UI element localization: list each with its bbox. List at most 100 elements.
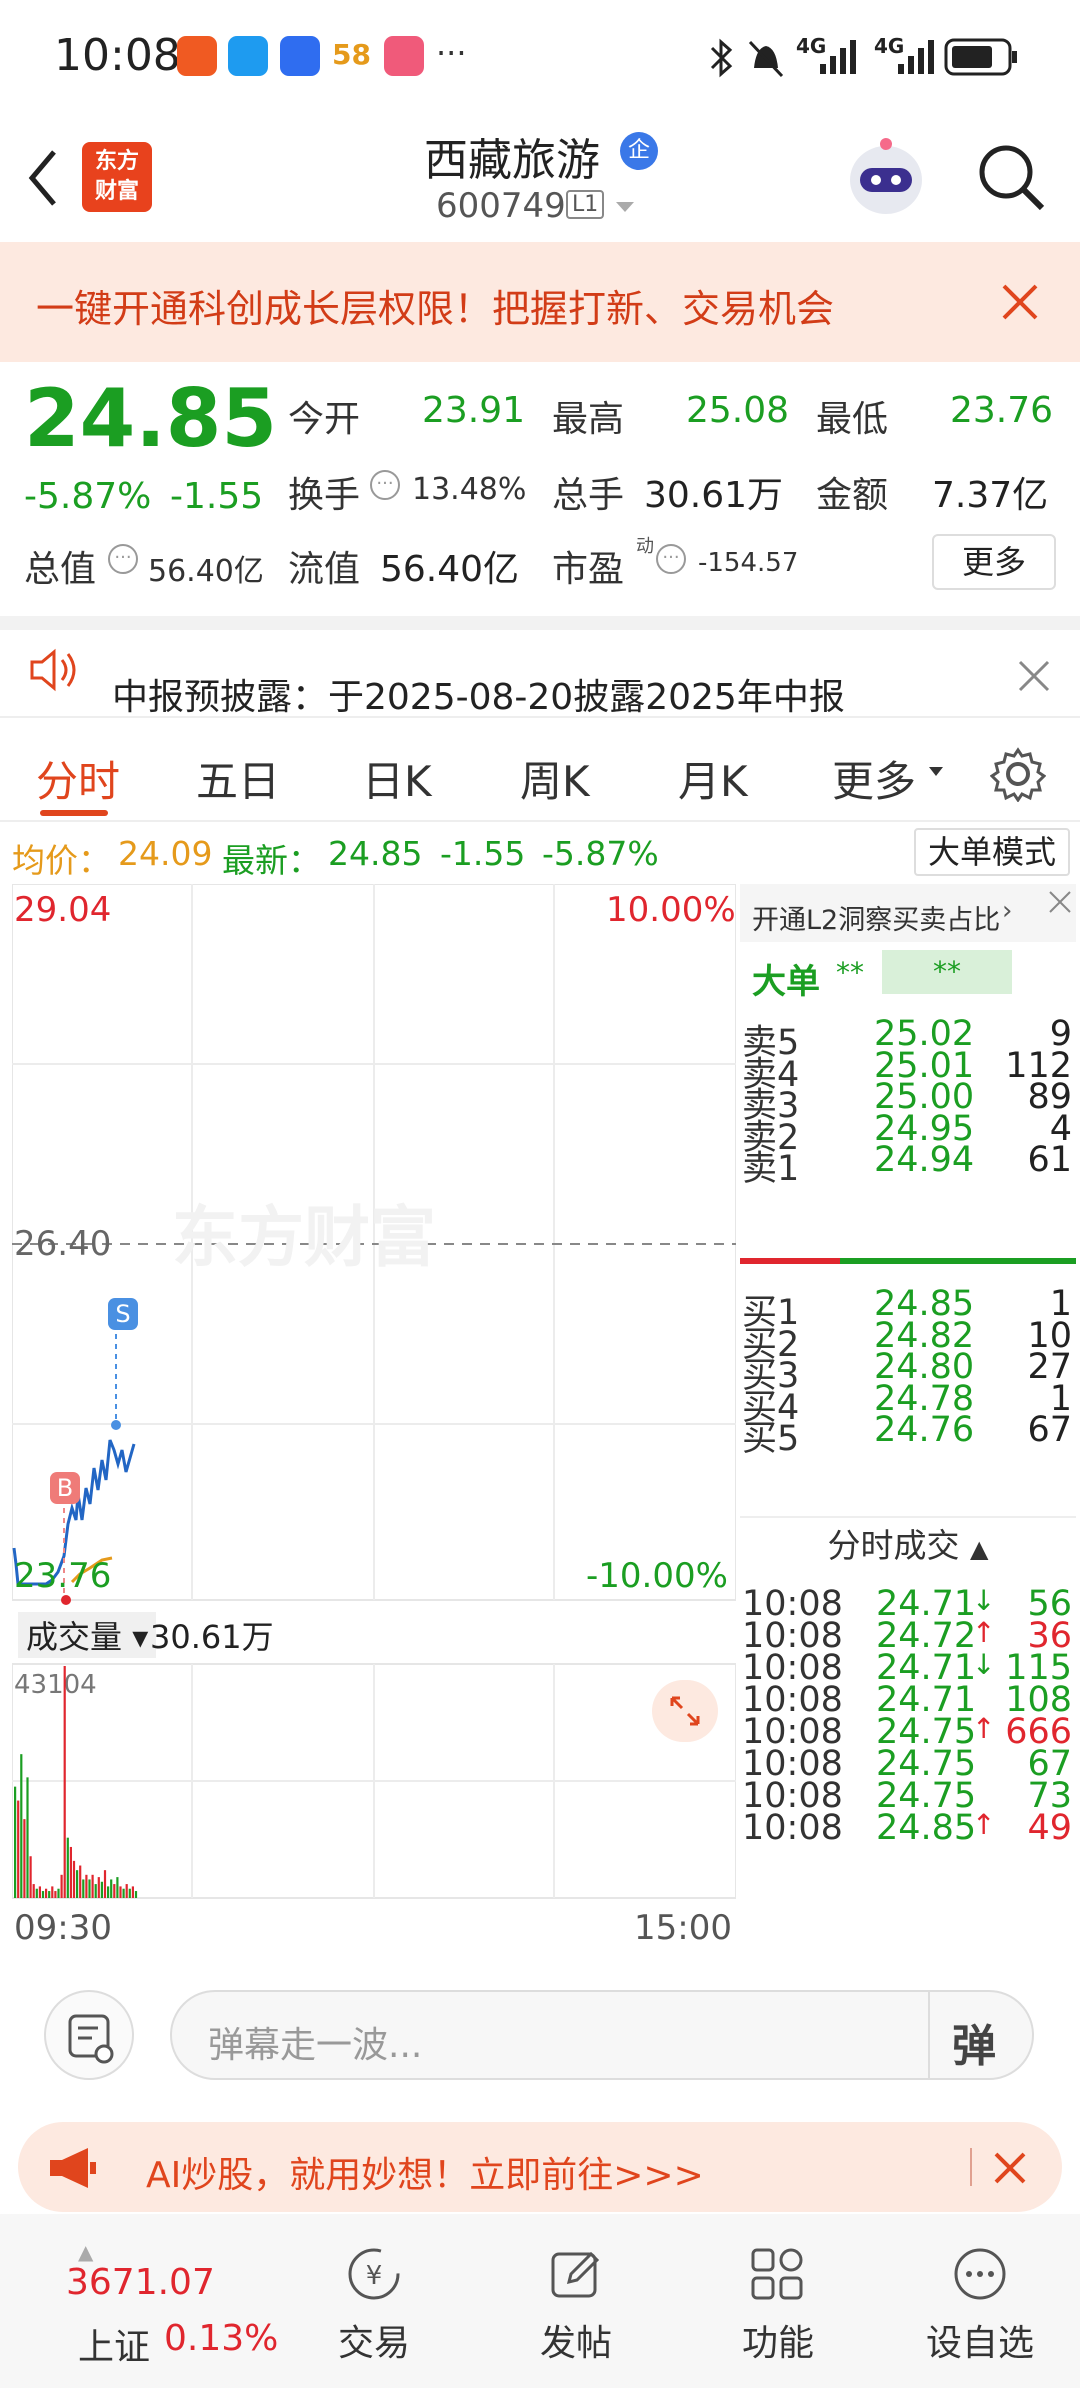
ad-close-icon[interactable]	[992, 2150, 1028, 2186]
volume-bar	[116, 1877, 119, 1898]
bid-row-5[interactable]: 买5 24.76 67	[740, 1410, 1076, 1459]
volume-bar	[134, 1891, 138, 1898]
volume-bar	[60, 1874, 63, 1898]
tick-row: 10:08 24.85 ↑ 49	[740, 1808, 1076, 1854]
caret-down-icon[interactable]	[928, 766, 944, 778]
pe-value: -154.57	[698, 548, 799, 578]
nav-trade[interactable]: ¥ 交易	[314, 2244, 434, 2366]
level-badge[interactable]: L1	[566, 190, 605, 219]
back-arrow-icon[interactable]	[22, 146, 62, 210]
volume-dropdown[interactable]: 成交量 ▾	[18, 1612, 157, 1658]
quote-panel: 24.85 -5.87% -1.55 今开 23.91 最高 25.08 最低 …	[0, 362, 1080, 612]
app-notification-icon	[177, 36, 217, 76]
more-dots-icon	[954, 2248, 1006, 2300]
big-order-mode-button[interactable]: 大单模式	[914, 828, 1070, 876]
ticks-header[interactable]: 分时成交 ▲	[740, 1520, 1076, 1574]
more-quote-button[interactable]: 更多	[932, 534, 1056, 590]
tab-daily-k[interactable]: 日K	[362, 748, 432, 809]
chart-pct-min: -10.00%	[586, 1556, 728, 1596]
signal-icon	[820, 40, 856, 74]
stock-header: 东方 财富 西藏旅游 企 600749 L1	[0, 118, 1080, 242]
sell-marker[interactable]: S	[108, 1298, 138, 1330]
nav-functions[interactable]: 功能	[718, 2244, 838, 2366]
volume-dropdown-label: 成交量	[26, 1618, 123, 1656]
bid-row-5-qty: 67	[1027, 1410, 1072, 1450]
order-book: 开通L2洞察买卖占比 › 大单 ** ** 卖5 25.02 9 卖4 25.01 112…	[740, 884, 1080, 1960]
nav-post[interactable]: 发帖	[516, 2244, 636, 2366]
latest-price-label: 最新：	[222, 841, 321, 880]
robot-assistant-icon[interactable]	[846, 134, 926, 218]
notice-bar[interactable]: 中报预披露：于2025-08-20披露2025年中报	[0, 616, 1080, 718]
promo-banner[interactable]: 一键开通科创成长层权限！把握打新、交易机会	[0, 242, 1080, 362]
speaker-icon	[30, 648, 76, 692]
battery-icon	[944, 38, 1017, 76]
note-icon	[68, 2014, 114, 2064]
volume-bar	[128, 1888, 131, 1898]
ai-ad-bar[interactable]: AI炒股，就用妙想！立即前往>>>	[18, 2122, 1062, 2212]
index-widget[interactable]: 3671.07 ▲ 上证 0.13%	[66, 2240, 286, 2368]
status-bar: 10:08 58 ··· 4G 4G	[0, 0, 1080, 118]
nav-functions-label: 功能	[741, 2323, 814, 2364]
pe-dynamic-label: 动	[636, 536, 654, 557]
tab-weekly-k[interactable]: 周K	[520, 748, 590, 809]
volume-bar	[51, 1886, 54, 1898]
ratio-bar-red	[740, 1258, 840, 1264]
change-percent: -5.87%	[24, 476, 152, 517]
tick-arrow: ↑	[972, 1808, 996, 1841]
l2-promo[interactable]: 开通L2洞察买卖占比 ›	[740, 884, 1076, 942]
ask-row-1[interactable]: 卖1 24.94 61	[740, 1140, 1076, 1189]
high-value: 25.08	[686, 390, 790, 431]
tab-monthly-k[interactable]: 月K	[678, 748, 748, 809]
danmu-input-placeholder: 弹幕走一波...	[208, 2025, 423, 2066]
l2-promo-text: 开通L2洞察买卖占比	[752, 905, 1001, 936]
chevron-down-icon[interactable]	[614, 200, 636, 214]
danmu-input[interactable]: 弹幕走一波... 弹	[170, 1990, 1034, 2080]
eastmoney-logo[interactable]: 东方 财富	[82, 142, 152, 212]
volume-bar	[72, 1860, 76, 1898]
active-tab-indicator	[40, 810, 108, 816]
info-icon-3[interactable]: ···	[656, 544, 686, 574]
turnover-value: 13.48%	[412, 472, 527, 507]
logo-text-1: 东方	[94, 149, 139, 174]
big-order-value-1: **	[836, 956, 864, 989]
l2-close-icon[interactable]	[1046, 888, 1074, 916]
bottom-nav: 3671.07 ▲ 上证 0.13% ¥ 交易 发帖 功能 设自选	[0, 2214, 1080, 2388]
intraday-chart[interactable]: S B 东方财富 29.04 10.00% 26.40 23.76 -10.00…	[12, 884, 736, 1960]
ratio-bar-green	[840, 1258, 1076, 1264]
notice-text: 中报预披露：于2025-08-20披露2025年中报	[112, 677, 845, 718]
tick-arrow: ↓	[972, 1648, 996, 1681]
high-label: 最高	[552, 399, 625, 440]
volume-bar	[131, 1886, 134, 1898]
volume-bar	[57, 1888, 60, 1898]
volume-bar	[103, 1870, 107, 1898]
nav-add-watchlist[interactable]: 设自选	[920, 2244, 1040, 2366]
index-name: 上证	[78, 2327, 151, 2368]
caret-up-icon: ▲	[970, 1535, 989, 1563]
search-icon[interactable]	[976, 142, 1046, 212]
comment-list-button[interactable]	[44, 1990, 134, 2080]
pig-app-icon	[384, 36, 424, 76]
danmu-toggle-button[interactable]: 弹	[952, 2010, 996, 2074]
message-notification-icon	[228, 36, 268, 76]
chart-y-max: 29.04	[14, 890, 112, 930]
info-icon-2[interactable]: ···	[108, 544, 138, 574]
close-icon[interactable]	[1000, 282, 1040, 322]
big-order-value-2: **	[882, 950, 1012, 994]
volume-bar	[107, 1886, 110, 1898]
info-icon[interactable]: ···	[370, 470, 400, 500]
grid-icon	[751, 2248, 803, 2300]
enterprise-badge: 企	[620, 132, 658, 170]
time-start: 09:30	[14, 1908, 112, 1948]
tab-intraday[interactable]: 分时	[36, 748, 120, 809]
buy-marker[interactable]: B	[50, 1472, 80, 1504]
volume-bar	[113, 1884, 116, 1898]
ad-text: AI炒股，就用妙想！立即前往>>>	[146, 2155, 704, 2196]
tab-more[interactable]: 更多	[832, 748, 916, 809]
nav-add-watchlist-label: 设自选	[925, 2323, 1034, 2364]
settings-gear-icon[interactable]	[990, 746, 1046, 802]
tick-arrow: ↑	[972, 1616, 996, 1649]
bid-row-5-price: 24.76	[874, 1410, 975, 1450]
tab-five-day[interactable]: 五日	[196, 748, 280, 809]
chart-watermark: 东方财富	[172, 1199, 436, 1276]
notice-close-icon[interactable]	[1018, 660, 1050, 692]
